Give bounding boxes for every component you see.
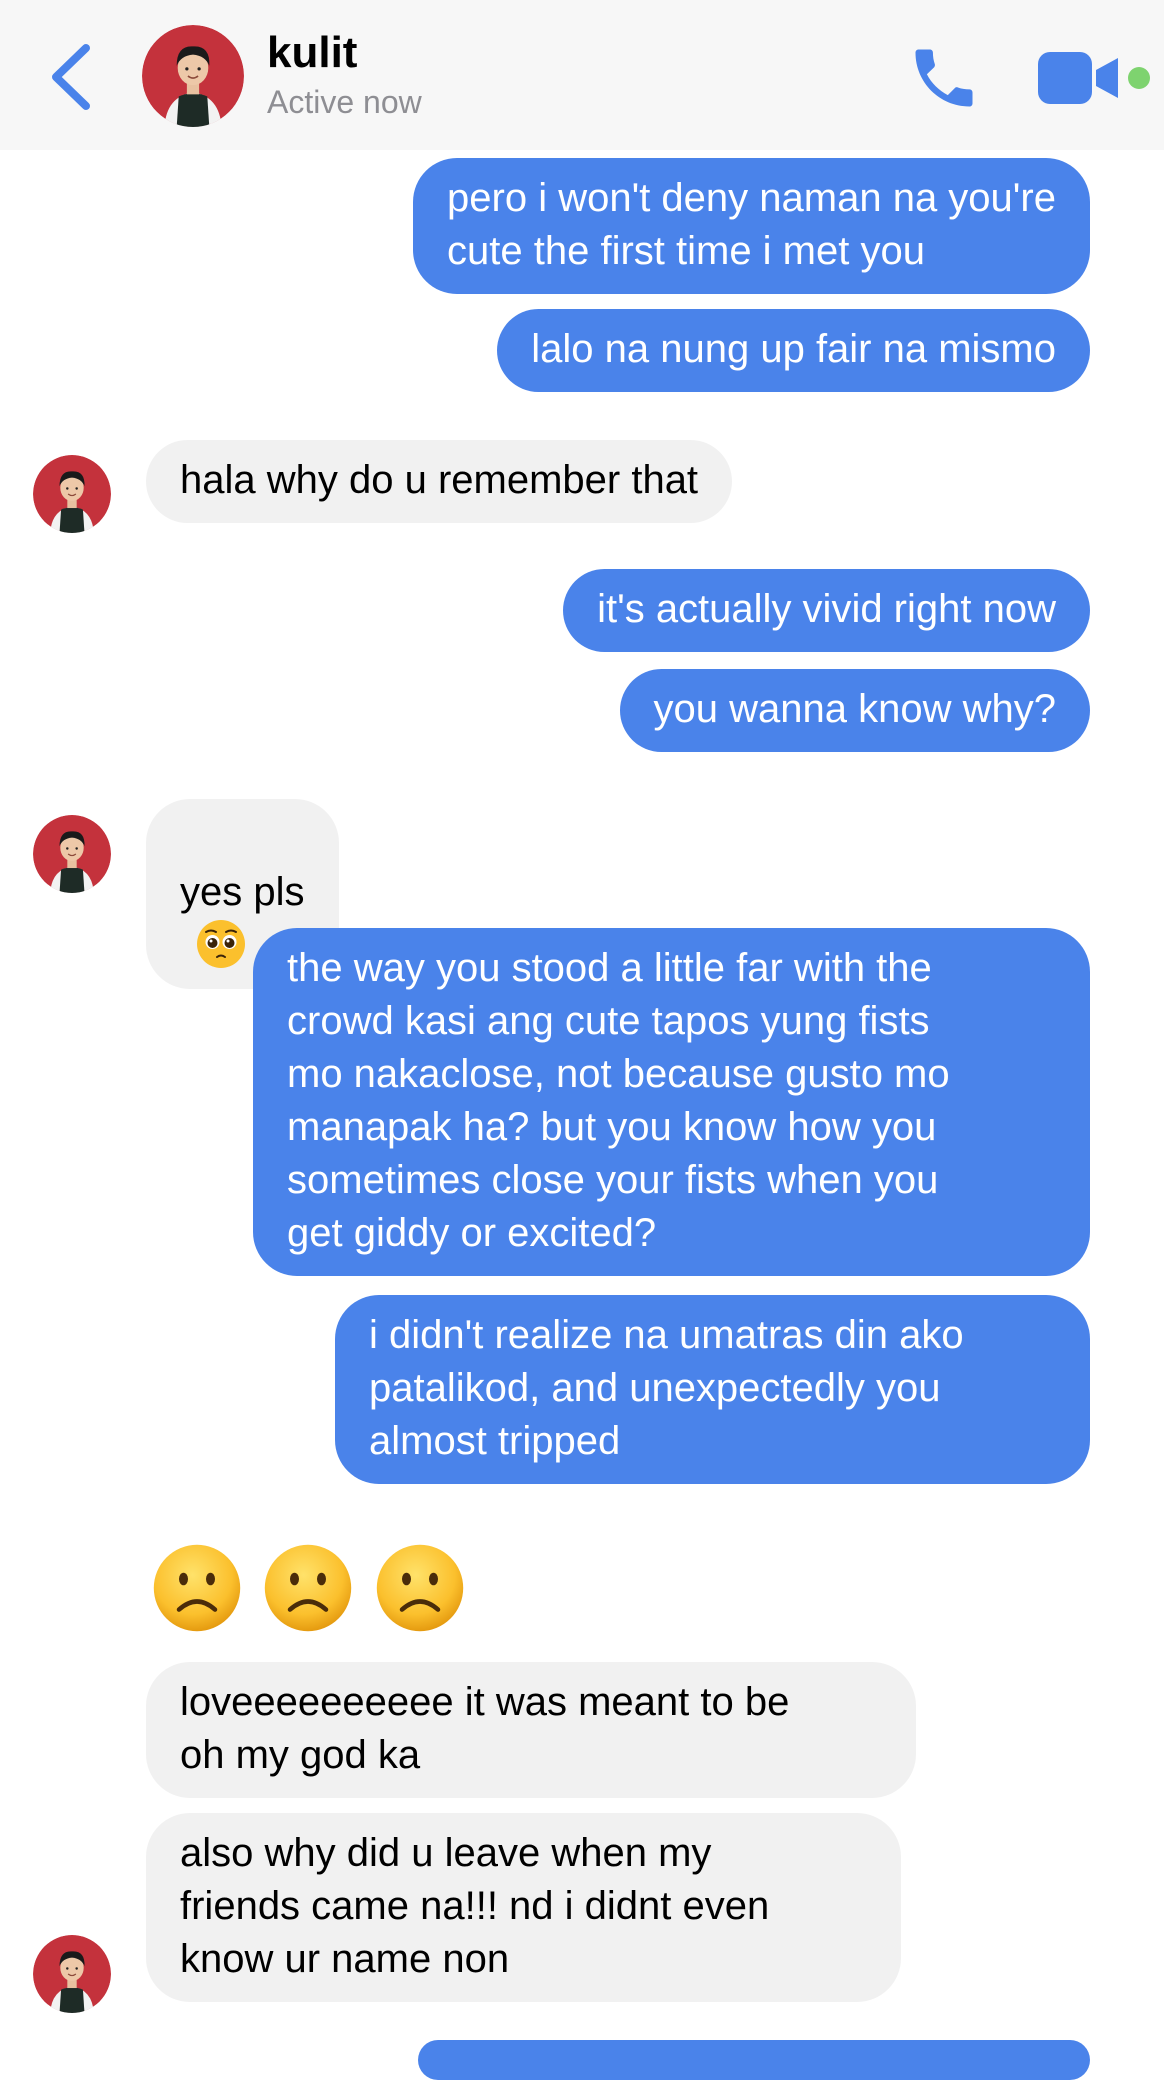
sad-face-emoji (152, 1543, 242, 1633)
message-bubble-sent[interactable]: you wanna know why? (619, 669, 1090, 752)
message-bubble-sent[interactable]: pero i won't deny naman na you're cute t… (413, 158, 1090, 294)
message-bubble-sent[interactable]: it's actually vivid right now (563, 569, 1090, 652)
message-bubble-sent[interactable]: lalo na nung up fair na mismo (497, 309, 1090, 392)
pleading-face-emoji (197, 920, 245, 968)
contact-avatar-small[interactable] (33, 815, 111, 893)
message-bubble-sent-partial (418, 2040, 1090, 2080)
phone-icon[interactable] (906, 40, 982, 116)
message-bubble-sent[interactable]: i didn't realize na umatras din ako pata… (335, 1295, 1090, 1484)
message-text: yes pls (180, 870, 305, 914)
sad-face-emoji (263, 1543, 353, 1633)
contact-avatar-small[interactable] (33, 1935, 111, 2013)
sad-face-emoji (375, 1543, 465, 1633)
message-bubble-sent[interactable]: the way you stood a little far with the … (253, 928, 1090, 1276)
message-bubble-received[interactable]: loveeeeeeeeee it was meant to be oh my g… (146, 1662, 916, 1798)
message-bubble-received[interactable]: hala why do u remember that (146, 440, 733, 523)
active-status: Active now (267, 84, 422, 120)
chat-header: kulit Active now (0, 0, 1164, 150)
online-indicator (1128, 67, 1150, 89)
contact-avatar[interactable] (142, 25, 244, 127)
chevron-left-icon[interactable] (46, 42, 96, 112)
emoji-message[interactable] (152, 1543, 482, 1633)
contact-avatar-small[interactable] (33, 455, 111, 533)
contact-name[interactable]: kulit (267, 28, 357, 78)
video-camera-icon[interactable] (1038, 50, 1120, 106)
message-bubble-received[interactable]: also why did u leave when my friends cam… (146, 1813, 901, 2002)
